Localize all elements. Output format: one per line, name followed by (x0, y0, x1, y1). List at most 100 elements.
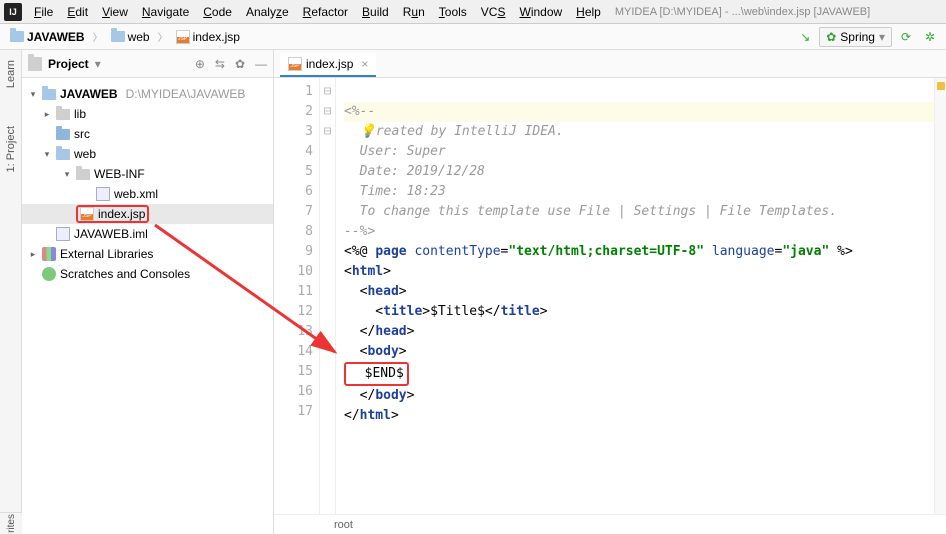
menu-window[interactable]: Window (513, 3, 568, 21)
tree-lib[interactable]: ▸ lib (22, 104, 273, 124)
menu-analyze[interactable]: Analyze (240, 3, 295, 21)
jsp-file-icon (288, 57, 302, 71)
tree-web[interactable]: ▾ web (22, 144, 273, 164)
menu-edit[interactable]: Edit (61, 3, 94, 21)
tree-root[interactable]: ▾ JAVAWEB D:\MYIDEA\JAVAWEB (22, 84, 273, 104)
bug-run-icon[interactable]: ✲ (920, 27, 940, 47)
highlight-box: index.jsp (76, 205, 149, 223)
fold-column[interactable]: ⊟⊟⊟ (320, 78, 336, 514)
code-line: Time: 18:23 (344, 184, 446, 199)
project-panel: Project ▾ ⊕ ⇆ ✿ — ▾ JAVAWEB D:\MYIDEA\JA… (22, 50, 274, 534)
tree-indexjsp-label: index.jsp (98, 207, 145, 221)
jsp-file-icon (176, 30, 190, 44)
caret-right-icon[interactable]: ▸ (42, 109, 52, 120)
project-view-icon (28, 57, 42, 71)
crumb-mid-label: web (128, 30, 150, 44)
tree-external-libs[interactable]: ▸ External Libraries (22, 244, 273, 264)
gear-icon[interactable]: ✿ (235, 57, 245, 71)
code-line: User: Super (344, 144, 446, 159)
menu-help[interactable]: Help (570, 3, 607, 21)
code-line: </body> (344, 388, 414, 403)
run-config-selector[interactable]: ✿ Spring ▾ (819, 27, 892, 47)
code-line (344, 428, 352, 443)
iml-file-icon (56, 227, 70, 241)
left-gutter-bottom: rites (0, 512, 22, 534)
project-panel-header: Project ▾ ⊕ ⇆ ✿ — (22, 50, 273, 78)
tab-learn[interactable]: Learn (3, 56, 19, 92)
line-number-gutter: 1234567891011121314151617 (274, 78, 320, 514)
locate-icon[interactable]: ⊕ (195, 57, 205, 71)
sync-icon[interactable]: ⟳ (896, 27, 916, 47)
tree-root-label: JAVAWEB (60, 87, 118, 101)
build-icon[interactable]: ↘ (795, 27, 815, 47)
editor-breadcrumb[interactable]: root (274, 514, 946, 534)
folder-icon (111, 31, 125, 42)
tree-src-label: src (74, 127, 90, 141)
code-line: <html> (344, 264, 391, 279)
caret-right-icon[interactable]: ▸ (28, 249, 38, 260)
jsp-file-icon (80, 207, 94, 221)
editor-tab-label: index.jsp (306, 57, 353, 71)
menu-run[interactable]: Run (397, 3, 431, 21)
tree-indexjsp[interactable]: index.jsp (22, 204, 273, 224)
tab-project[interactable]: 1: Project (3, 122, 19, 176)
tree-iml[interactable]: JAVAWEB.iml (22, 224, 273, 244)
tree-root-path: D:\MYIDEA\JAVAWEB (126, 87, 246, 101)
menu-vcs[interactable]: VCS (475, 3, 512, 21)
collapse-icon[interactable]: ⇆ (215, 57, 225, 71)
close-icon[interactable]: × (361, 57, 368, 71)
tab-favorites[interactable]: rites (6, 514, 17, 533)
folder-icon (76, 169, 90, 180)
menu-navigate[interactable]: Navigate (136, 3, 195, 21)
menu-tools[interactable]: Tools (433, 3, 473, 21)
tree-src[interactable]: src (22, 124, 273, 144)
menu-code[interactable]: Code (197, 3, 238, 21)
tree-lib-label: lib (74, 107, 86, 121)
highlight-box: $END$ (344, 362, 409, 386)
chevron-down-icon[interactable]: ▾ (95, 57, 101, 71)
tree-webinf[interactable]: ▾ WEB-INF (22, 164, 273, 184)
folder-icon (10, 31, 24, 42)
caret-down-icon[interactable]: ▾ (42, 149, 52, 160)
caret-down-icon[interactable]: ▾ (62, 169, 72, 180)
menu-build[interactable]: Build (356, 3, 395, 21)
chevron-down-icon: ▾ (879, 30, 885, 44)
lightbulb-icon[interactable]: 💡 (360, 124, 376, 139)
code-line: <body> (344, 344, 407, 359)
menu-bar: IJ File Edit View Navigate Code Analyze … (0, 0, 946, 24)
crumb-file-label: index.jsp (193, 30, 240, 44)
menu-file[interactable]: File (28, 3, 59, 21)
crumb-sep-icon: 〉 (158, 29, 168, 44)
code-editor[interactable]: 1234567891011121314151617 ⊟⊟⊟ <%-- 💡reat… (274, 78, 946, 514)
hide-icon[interactable]: — (255, 57, 267, 71)
caret-down-icon[interactable]: ▾ (28, 89, 38, 100)
scratch-icon (42, 267, 56, 281)
editor-tab-bar: index.jsp × (274, 50, 946, 78)
editor-tab-indexjsp[interactable]: index.jsp × (280, 53, 376, 77)
xml-file-icon (96, 187, 110, 201)
tree-webxml[interactable]: web.xml (22, 184, 273, 204)
crumb-file[interactable]: index.jsp (172, 28, 244, 46)
code-content[interactable]: <%-- 💡reated by IntelliJ IDEA. User: Sup… (336, 78, 946, 514)
project-tree[interactable]: ▾ JAVAWEB D:\MYIDEA\JAVAWEB ▸ lib src ▾ … (22, 78, 273, 534)
error-stripe[interactable] (934, 78, 946, 514)
main-area: Learn 1: Project Project ▾ ⊕ ⇆ ✿ — ▾ JAV… (0, 50, 946, 534)
code-line: --%> (344, 224, 375, 239)
code-line: <head> (344, 284, 407, 299)
project-panel-title[interactable]: Project (48, 57, 89, 71)
code-line: <title>$Title$</title> (344, 304, 548, 319)
code-line: </html> (344, 408, 399, 423)
run-config-label: Spring (840, 30, 875, 44)
tree-scratch-label: Scratches and Consoles (60, 267, 190, 281)
source-folder-icon (56, 129, 70, 140)
tree-scratches[interactable]: Scratches and Consoles (22, 264, 273, 284)
menu-view[interactable]: View (96, 3, 134, 21)
crumb-web[interactable]: web (107, 28, 154, 46)
crumb-root[interactable]: JAVAWEB (6, 28, 89, 46)
menu-refactor[interactable]: Refactor (297, 3, 354, 21)
tree-ext-label: External Libraries (60, 247, 153, 261)
warning-marker[interactable] (937, 82, 945, 90)
code-line: Date: 2019/12/28 (344, 164, 485, 179)
crumb-root-label: JAVAWEB (27, 30, 85, 44)
editor-breadcrumb-label: root (334, 519, 353, 531)
